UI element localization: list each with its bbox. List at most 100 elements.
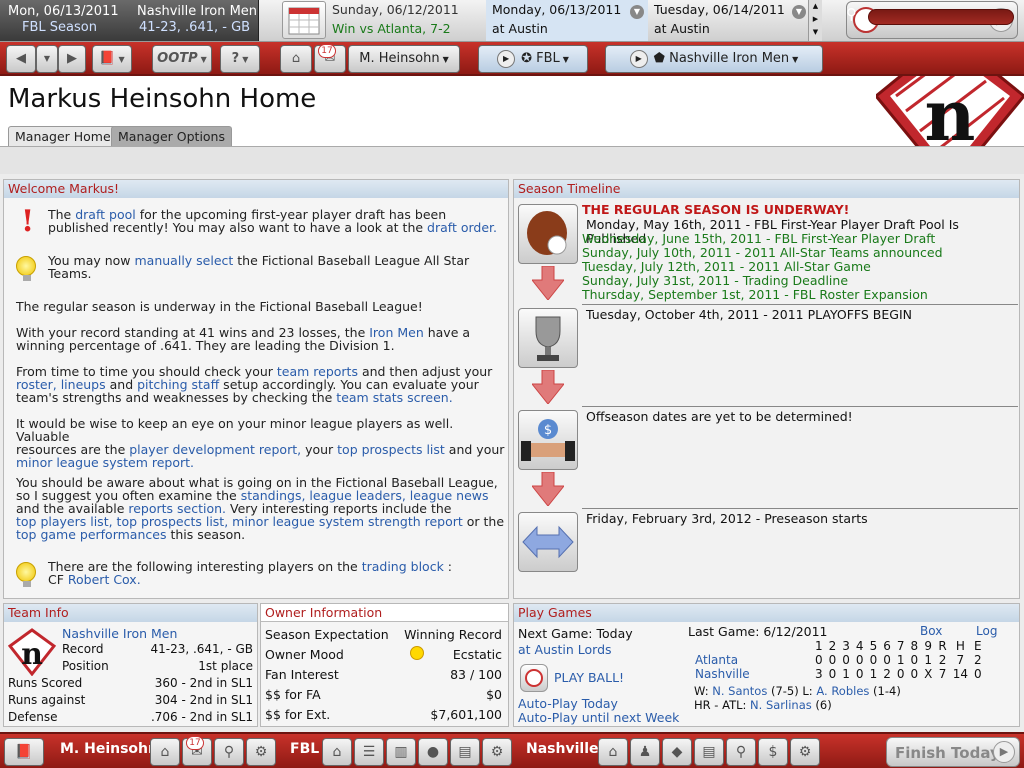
- box-score-link[interactable]: Box: [920, 624, 942, 638]
- smiley-icon: [410, 646, 424, 660]
- play-ball-button[interactable]: [520, 664, 548, 692]
- home-team-link[interactable]: Nashville: [692, 667, 812, 681]
- game-next[interactable]: Tuesday, 06/14/2011 at Austin ▼: [648, 0, 810, 41]
- away-team-link[interactable]: Atlanta: [692, 653, 812, 667]
- autoplay-week-link[interactable]: Auto-Play until next Week: [518, 710, 679, 725]
- pitcher-decisions: W: N. Santos (7-5) L: A. Robles (1-4): [694, 684, 901, 698]
- timeline-event: Wednesday, June 15th, 2011 - FBL First-Y…: [582, 231, 936, 246]
- team-info-team-link[interactable]: Nashville Iron Men: [62, 626, 177, 641]
- play-icon: ▶: [993, 741, 1015, 763]
- next-opponent-link[interactable]: at Austin Lords: [518, 642, 612, 657]
- hr-player-link[interactable]: N. Sarlinas: [750, 698, 812, 712]
- top-game-performances-link[interactable]: top game performances: [16, 527, 166, 542]
- chevron-down-icon[interactable]: ▼: [792, 5, 806, 19]
- team-stats-link[interactable]: team stats screen.: [336, 390, 452, 405]
- timeline-arrow-icon: [532, 370, 564, 404]
- trading-block-link[interactable]: trading block: [362, 559, 444, 574]
- bookmark-button[interactable]: 📕 ▼: [92, 45, 132, 73]
- team-settings-button[interactable]: ⚙: [790, 738, 820, 766]
- welcome-record-text: With your record standing at 41 wins and…: [16, 325, 471, 353]
- svg-text:$: $: [544, 423, 552, 438]
- robert-cox-link[interactable]: Robert Cox.: [68, 572, 141, 587]
- book-menu-button[interactable]: 📕: [4, 738, 44, 766]
- ext-budget-value: $7,601,100: [430, 707, 502, 722]
- season-timeline-panel: Season Timeline $ THE REGULAR SEASON IS …: [513, 179, 1020, 599]
- calendar-icon[interactable]: [282, 1, 326, 39]
- losing-pitcher-link[interactable]: A. Robles: [816, 684, 869, 698]
- game-today[interactable]: Monday, 06/13/2011 at Austin ▼: [486, 0, 648, 41]
- league-stats-button[interactable]: ▥: [386, 738, 416, 766]
- game-prev[interactable]: Sunday, 06/12/2011 Win vs Atlanta, 7-2: [326, 0, 486, 41]
- record-label: Record: [62, 642, 104, 656]
- position-label: Position: [62, 659, 109, 673]
- owner-mood-label: Owner Mood: [265, 647, 344, 662]
- bar-chart-icon: ▥: [394, 744, 408, 760]
- bottom-settings-button[interactable]: ⚙: [246, 738, 276, 766]
- team-info-panel: Team Info n Nashville Iron Men Record 41…: [3, 603, 258, 727]
- team-home-button[interactable]: ⌂: [598, 738, 628, 766]
- fa-budget-value: $0: [486, 687, 502, 702]
- glove-icon: [518, 204, 578, 264]
- league-menu-button[interactable]: ▶ ✪ FBL ▼: [478, 45, 588, 73]
- tab-manager-options[interactable]: Manager Options: [111, 126, 232, 148]
- bottom-manager-label[interactable]: M. Heinsohn: [60, 741, 158, 757]
- runs-against-label: Runs against: [8, 693, 86, 707]
- game-log-link[interactable]: Log: [976, 624, 997, 638]
- lightbulb-icon: [16, 256, 36, 281]
- news-icon: ☰: [362, 744, 376, 760]
- play-games-title: Play Games: [514, 604, 1019, 622]
- team-reports-button[interactable]: ▤: [694, 738, 724, 766]
- forward-button[interactable]: ▶: [58, 45, 86, 73]
- team-roster-button[interactable]: ♟: [630, 738, 660, 766]
- tab-manager-home[interactable]: Manager Home: [8, 126, 118, 148]
- search-icon[interactable]: ⚲: [846, 5, 857, 23]
- ootp-menu-button[interactable]: OOTP ▼: [152, 45, 212, 73]
- draft-order-link[interactable]: draft order.: [427, 220, 497, 235]
- owner-info-panel: Owner Information Season Expectation Win…: [260, 603, 509, 727]
- manually-select-link[interactable]: manually select: [135, 253, 234, 268]
- home-button[interactable]: ⌂: [280, 45, 312, 73]
- defense-label: Defense: [8, 710, 58, 724]
- clipboard-icon: ▤: [458, 744, 472, 760]
- timeline-event: Tuesday, July 12th, 2011 - 2011 All-Star…: [582, 259, 871, 274]
- play-ball-link[interactable]: PLAY BALL!: [554, 670, 624, 685]
- team-field-button[interactable]: ◆: [662, 738, 692, 766]
- help-button[interactable]: ? ▼: [220, 45, 260, 73]
- league-home-button[interactable]: ⌂: [322, 738, 352, 766]
- player-icon: ♟: [638, 744, 652, 760]
- league-reports-button[interactable]: ▤: [450, 738, 480, 766]
- wrench-icon: ⚙: [490, 744, 504, 760]
- manager-menu-button[interactable]: M. Heinsohn ▼: [348, 45, 460, 73]
- chevron-down-icon[interactable]: ▼: [630, 5, 644, 19]
- search-input[interactable]: [868, 9, 1014, 25]
- team-menu-button[interactable]: ▶ ⬟ Nashville Iron Men ▼: [605, 45, 823, 73]
- team-search-button[interactable]: ⚲: [726, 738, 756, 766]
- runs-against-value: 304 - 2nd in SL1: [154, 693, 253, 707]
- help-label: ?: [231, 51, 240, 66]
- welcome-title: Welcome Markus!: [4, 180, 508, 198]
- bottom-search-button[interactable]: ⚲: [214, 738, 244, 766]
- game-scroller[interactable]: ▲ ▶ ▼: [808, 0, 822, 41]
- welcome-league-text: You should be aware about what is going …: [16, 475, 505, 542]
- back-history-button[interactable]: ▼: [36, 45, 58, 73]
- bottom-team-label[interactable]: Nashville: [526, 741, 598, 757]
- minor-league-report-link[interactable]: minor league system report.: [16, 455, 194, 470]
- league-games-button[interactable]: ●: [418, 738, 448, 766]
- bottom-bar: 📕 M. Heinsohn ⌂ ✉ 17 ⚲ ⚙ FBL ⌂ ☰ ▥ ● ▤ ⚙…: [0, 732, 1024, 768]
- autoplay-today-link[interactable]: Auto-Play Today: [518, 696, 618, 711]
- finish-today-button-bottom[interactable]: Finish Today ▶: [886, 737, 1020, 767]
- timeline-event: Sunday, July 10th, 2011 - 2011 All-Star …: [582, 245, 943, 260]
- search-icon: ⚲: [735, 744, 747, 760]
- trophy-icon: [518, 308, 578, 368]
- league-news-button[interactable]: ☰: [354, 738, 384, 766]
- ootp-label: OOTP: [157, 51, 198, 66]
- league-settings-button[interactable]: ⚙: [482, 738, 512, 766]
- game-next-detail: at Austin: [654, 21, 710, 36]
- bottom-home-button[interactable]: ⌂: [150, 738, 180, 766]
- back-button[interactable]: ◀: [6, 45, 36, 73]
- winning-pitcher-link[interactable]: N. Santos: [712, 684, 767, 698]
- money-icon: $: [768, 744, 778, 760]
- bottom-league-label[interactable]: FBL: [290, 741, 319, 757]
- top-prospects-link[interactable]: top prospects list: [337, 442, 445, 457]
- team-finances-button[interactable]: $: [758, 738, 788, 766]
